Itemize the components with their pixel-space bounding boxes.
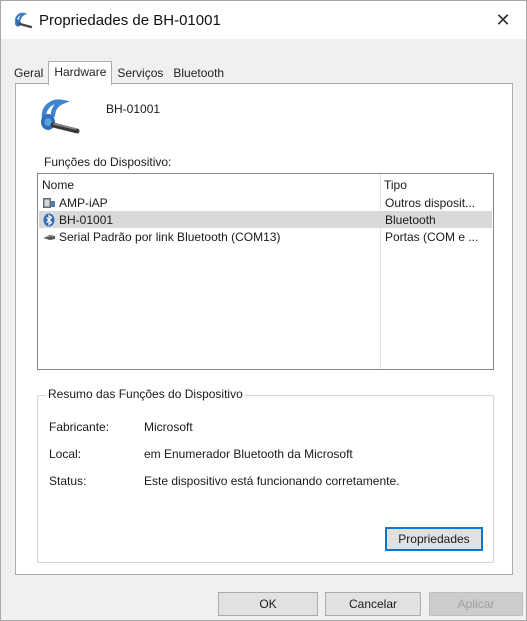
properties-dialog: Propriedades de BH-01001 ✕ Geral Hardwar… (0, 0, 527, 621)
port-icon (42, 230, 56, 244)
properties-button[interactable]: Propriedades (385, 527, 483, 551)
window-title: Propriedades de BH-01001 (39, 12, 221, 29)
row-name: AMP-iAP (59, 196, 108, 210)
device-summary-group: Resumo das Funções do Dispositivo Fabric… (37, 387, 494, 563)
device-icon (42, 196, 56, 210)
device-name: BH-01001 (106, 102, 161, 116)
functions-label: Funções do Dispositivo: (44, 155, 172, 169)
tab-bluetooth[interactable]: Bluetooth (168, 63, 229, 84)
apply-button[interactable]: Aplicar (429, 592, 523, 616)
device-functions-list[interactable]: Nome Tipo AMP-iAP Outros disposit... BH-… (37, 173, 494, 370)
manufacturer-value: Microsoft (144, 420, 193, 434)
list-item[interactable]: Serial Padrão por link Bluetooth (COM13)… (39, 228, 492, 245)
row-type: Bluetooth (385, 213, 436, 227)
list-item[interactable]: AMP-iAP Outros disposit... (39, 194, 492, 211)
close-button[interactable]: ✕ (480, 1, 526, 39)
list-item[interactable]: BH-01001 Bluetooth (39, 211, 492, 228)
tab-geral[interactable]: Geral (9, 63, 48, 84)
bluetooth-headset-icon (13, 11, 33, 29)
tab-bar: Geral Hardware Serviços Bluetooth (9, 61, 229, 85)
row-type: Portas (COM e ... (385, 230, 479, 244)
ok-button[interactable]: OK (218, 592, 318, 616)
row-type: Outros disposit... (385, 196, 476, 210)
location-label: Local: (49, 447, 82, 461)
manufacturer-label: Fabricante: (49, 420, 110, 434)
column-header-nome[interactable]: Nome (42, 178, 74, 192)
list-header: Nome Tipo (38, 174, 493, 194)
cancel-button[interactable]: Cancelar (325, 592, 421, 616)
summary-title: Resumo das Funções do Dispositivo (46, 387, 245, 401)
bluetooth-headset-icon (38, 96, 82, 136)
hardware-panel: BH-01001 Funções do Dispositivo: Nome Ti… (15, 83, 513, 575)
bluetooth-icon (42, 213, 56, 227)
tab-hardware[interactable]: Hardware (48, 61, 113, 85)
column-header-tipo[interactable]: Tipo (384, 178, 407, 192)
tab-servicos[interactable]: Serviços (112, 63, 168, 84)
row-name: Serial Padrão por link Bluetooth (COM13) (59, 230, 281, 244)
status-value: Este dispositivo está funcionando corret… (144, 474, 400, 488)
row-name: BH-01001 (59, 213, 114, 227)
location-value: em Enumerador Bluetooth da Microsoft (144, 447, 353, 461)
title-bar: Propriedades de BH-01001 ✕ (1, 1, 526, 39)
status-label: Status: (49, 474, 87, 488)
